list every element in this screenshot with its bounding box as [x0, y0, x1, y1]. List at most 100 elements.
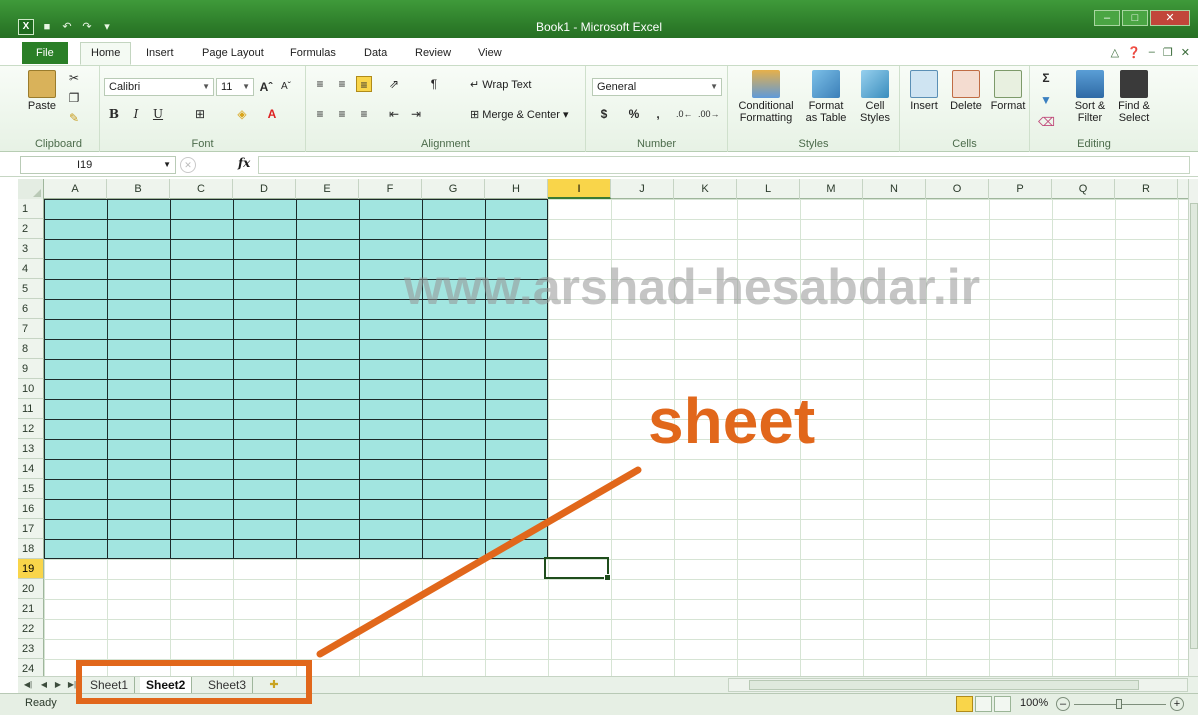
- row-header-23[interactable]: 23: [18, 639, 44, 659]
- first-sheet-icon[interactable]: ◀|: [22, 678, 34, 692]
- row-header-22[interactable]: 22: [18, 619, 44, 639]
- filled-range[interactable]: [44, 199, 548, 559]
- column-header-j[interactable]: J: [611, 179, 674, 199]
- tab-data[interactable]: Data: [354, 44, 397, 64]
- align-bottom-icon[interactable]: ≡: [356, 76, 372, 92]
- tab-home[interactable]: Home: [80, 42, 132, 65]
- grow-font-icon[interactable]: Aˆ: [258, 79, 274, 95]
- copy-icon[interactable]: ❐: [66, 90, 82, 106]
- italic-button[interactable]: I: [128, 106, 144, 122]
- format-cells-button[interactable]: Format: [988, 70, 1028, 112]
- row-header-20[interactable]: 20: [18, 579, 44, 599]
- minimize-button[interactable]: –: [1094, 10, 1120, 26]
- column-header-h[interactable]: H: [485, 179, 548, 199]
- conditional-formatting-button[interactable]: Conditional Formatting: [734, 70, 798, 124]
- insert-cells-button[interactable]: Insert: [904, 70, 944, 112]
- prev-sheet-icon[interactable]: ◀: [38, 678, 50, 692]
- row-header-4[interactable]: 4: [18, 259, 44, 279]
- column-header-e[interactable]: E: [296, 179, 359, 199]
- format-as-table-button[interactable]: Format as Table: [800, 70, 852, 124]
- row-header-6[interactable]: 6: [18, 299, 44, 319]
- font-color-icon[interactable]: A: [264, 106, 280, 122]
- row-header-12[interactable]: 12: [18, 419, 44, 439]
- delete-cells-button[interactable]: Delete: [946, 70, 986, 112]
- row-header-24[interactable]: 24: [18, 659, 44, 676]
- next-sheet-icon[interactable]: ▶: [52, 678, 64, 692]
- column-header-l[interactable]: L: [737, 179, 800, 199]
- tab-insert[interactable]: Insert: [136, 44, 184, 64]
- row-header-15[interactable]: 15: [18, 479, 44, 499]
- wrap-text-button[interactable]: ↵ Wrap Text: [470, 78, 531, 91]
- borders-icon[interactable]: ⊞: [192, 106, 208, 122]
- align-left-icon[interactable]: ≡: [312, 106, 328, 122]
- paste-button[interactable]: Paste: [24, 70, 60, 112]
- align-right-icon[interactable]: ≡: [356, 106, 372, 122]
- column-header-q[interactable]: Q: [1052, 179, 1115, 199]
- formula-input[interactable]: [258, 156, 1190, 174]
- zoom-slider-thumb[interactable]: [1116, 699, 1122, 709]
- comma-button[interactable]: ,: [650, 106, 666, 122]
- row-header-21[interactable]: 21: [18, 599, 44, 619]
- autosum-icon[interactable]: Σ: [1038, 70, 1054, 86]
- text-direction-icon[interactable]: ¶: [426, 76, 442, 92]
- increase-decimal-icon[interactable]: .0←: [676, 106, 693, 122]
- cut-icon[interactable]: ✂: [66, 70, 82, 86]
- column-header-f[interactable]: F: [359, 179, 422, 199]
- page-break-view-icon[interactable]: [994, 696, 1011, 712]
- normal-view-icon[interactable]: [956, 696, 973, 712]
- name-box[interactable]: I19 ▼: [20, 156, 176, 174]
- zoom-in-icon[interactable]: +: [1170, 697, 1184, 711]
- row-header-5[interactable]: 5: [18, 279, 44, 299]
- zoom-level[interactable]: 100%: [1020, 697, 1048, 709]
- page-layout-view-icon[interactable]: [975, 696, 992, 712]
- row-header-14[interactable]: 14: [18, 459, 44, 479]
- cancel-icon[interactable]: ✕: [180, 157, 196, 173]
- select-all-button[interactable]: [18, 179, 44, 199]
- row-header-13[interactable]: 13: [18, 439, 44, 459]
- clear-icon[interactable]: ⌫: [1038, 114, 1055, 130]
- format-painter-icon[interactable]: ✎: [66, 110, 82, 126]
- cell-styles-button[interactable]: Cell Styles: [854, 70, 896, 124]
- column-header-k[interactable]: K: [674, 179, 737, 199]
- column-header-n[interactable]: N: [863, 179, 926, 199]
- row-header-3[interactable]: 3: [18, 239, 44, 259]
- tab-view[interactable]: View: [468, 44, 512, 64]
- horizontal-scrollbar[interactable]: [728, 678, 1188, 692]
- active-cell[interactable]: [544, 557, 611, 581]
- column-header-p[interactable]: P: [989, 179, 1052, 199]
- row-header-18[interactable]: 18: [18, 539, 44, 559]
- currency-button[interactable]: $: [596, 106, 612, 122]
- find-select-button[interactable]: Find & Select: [1112, 70, 1156, 124]
- zoom-out-icon[interactable]: –: [1056, 697, 1070, 711]
- bold-button[interactable]: B: [106, 106, 122, 122]
- row-header-7[interactable]: 7: [18, 319, 44, 339]
- underline-button[interactable]: U: [150, 106, 166, 122]
- merge-center-button[interactable]: ⊞ Merge & Center ▾: [470, 108, 569, 121]
- fill-icon[interactable]: ▼: [1038, 92, 1054, 108]
- horizontal-scroll-thumb[interactable]: [749, 680, 1139, 690]
- vertical-scroll-thumb[interactable]: [1190, 203, 1198, 649]
- shrink-font-icon[interactable]: Aˇ: [278, 79, 294, 95]
- font-size-combo[interactable]: 11 ▼: [216, 78, 254, 96]
- tab-page-layout[interactable]: Page Layout: [192, 44, 274, 64]
- row-header-1[interactable]: 1: [18, 199, 44, 219]
- align-top-icon[interactable]: ≡: [312, 76, 328, 92]
- tab-formulas[interactable]: Formulas: [280, 44, 346, 64]
- column-header-c[interactable]: C: [170, 179, 233, 199]
- vertical-scrollbar[interactable]: [1188, 179, 1198, 676]
- column-header-i[interactable]: I: [548, 179, 611, 199]
- column-header-o[interactable]: O: [926, 179, 989, 199]
- worksheet-grid[interactable]: ABCDEFGHIJKLMNOPQR 1 2 3 4 5 6 7 8 9 10 11 12 13 14 15…: [18, 179, 1188, 676]
- column-header-r[interactable]: R: [1115, 179, 1178, 199]
- workbook-minimize-icon[interactable]: –: [1149, 46, 1155, 59]
- align-center-icon[interactable]: ≡: [334, 106, 350, 122]
- increase-indent-icon[interactable]: ⇥: [408, 106, 424, 122]
- align-middle-icon[interactable]: ≡: [334, 76, 350, 92]
- workbook-restore-icon[interactable]: ❐: [1163, 46, 1173, 59]
- column-header-m[interactable]: M: [800, 179, 863, 199]
- sort-filter-button[interactable]: Sort & Filter: [1068, 70, 1112, 124]
- column-header-b[interactable]: B: [107, 179, 170, 199]
- row-header-16[interactable]: 16: [18, 499, 44, 519]
- column-header-a[interactable]: A: [44, 179, 107, 199]
- insert-function-button[interactable]: fx: [238, 156, 250, 170]
